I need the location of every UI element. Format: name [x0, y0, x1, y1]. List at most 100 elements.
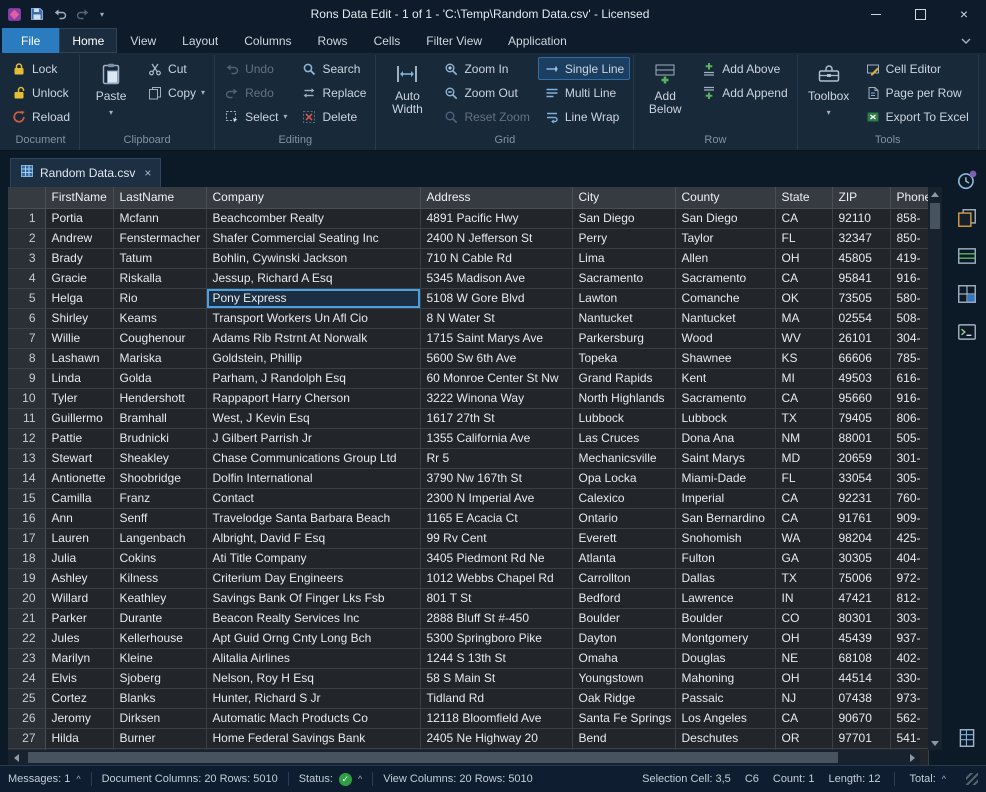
grid-cell[interactable]: Lawton [572, 288, 675, 308]
grid-cell[interactable]: 304- [890, 328, 928, 348]
grid-cell[interactable]: Beacon Realty Services Inc [206, 608, 420, 628]
grid-cell[interactable]: 301- [890, 448, 928, 468]
grid-cell[interactable]: Durante [113, 608, 206, 628]
grid-cell[interactable]: KS [775, 348, 832, 368]
grid-cell[interactable]: Ashley [45, 568, 113, 588]
grid-cell[interactable]: Mechanicsville [572, 448, 675, 468]
grid-cell[interactable]: 305- [890, 468, 928, 488]
grid-cell[interactable]: Dona Ana [675, 428, 775, 448]
column-header-state[interactable]: State [775, 187, 832, 208]
grid-cell[interactable]: Miami-Dade [675, 468, 775, 488]
grid-cell[interactable]: Carrollton [572, 568, 675, 588]
grid-cell[interactable]: Everett [572, 528, 675, 548]
grid-cell[interactable]: Parker [45, 608, 113, 628]
scroll-right-icon[interactable] [904, 750, 920, 765]
table-rows-icon[interactable] [952, 241, 982, 271]
scroll-left-icon[interactable] [8, 750, 24, 765]
grid-cell[interactable]: Lima [572, 248, 675, 268]
grid-cell[interactable]: Shirley [45, 308, 113, 328]
grid-cell[interactable]: 972- [890, 568, 928, 588]
grid-cell[interactable]: Riskalla [113, 268, 206, 288]
grid-cell[interactable]: Brady [45, 248, 113, 268]
grid-cell[interactable]: Transport Workers Un Afl Cio [206, 308, 420, 328]
grid-cell[interactable]: 58 S Main St [420, 668, 572, 688]
grid-cell[interactable]: Parkersburg [572, 328, 675, 348]
grid-cell[interactable]: Linda [45, 368, 113, 388]
menu-rows[interactable]: Rows [305, 28, 361, 53]
reload-button[interactable]: Reload [5, 105, 76, 128]
grid-cell[interactable]: Sacramento [572, 268, 675, 288]
grid-cell[interactable]: 330- [890, 668, 928, 688]
grid-cell[interactable]: Snohomish [675, 528, 775, 548]
cell-grid-icon[interactable] [952, 279, 982, 309]
grid-cell[interactable]: Dolfin International [206, 468, 420, 488]
grid-cell[interactable]: 710 N Cable Rd [420, 248, 572, 268]
grid-cell[interactable]: J Gilbert Parrish Jr [206, 428, 420, 448]
add-append-button[interactable]: Add Append [695, 81, 793, 104]
grid-cell[interactable]: Franz [113, 488, 206, 508]
grid-cell[interactable]: Apt Guid Orng Cnty Long Bch [206, 628, 420, 648]
grid-cell[interactable]: Lubbock [675, 408, 775, 428]
delete-button[interactable]: Delete [295, 105, 372, 128]
grid-cell[interactable]: Ati Title Company [206, 548, 420, 568]
row-number[interactable]: 27 [8, 728, 45, 748]
close-button[interactable]: × [942, 0, 986, 28]
row-number[interactable]: 25 [8, 688, 45, 708]
column-header-phone[interactable]: Phone [890, 187, 928, 208]
grid-cell[interactable]: 580- [890, 288, 928, 308]
grid-cell[interactable]: 402- [890, 648, 928, 668]
grid-cell[interactable]: NM [775, 428, 832, 448]
grid-cell[interactable]: Kent [675, 368, 775, 388]
grid-cell[interactable]: Senff [113, 508, 206, 528]
menu-file[interactable]: File [2, 28, 59, 53]
menu-cells[interactable]: Cells [361, 28, 414, 53]
grid-cell[interactable]: Dayton [572, 628, 675, 648]
grid-cell[interactable]: Dallas [675, 568, 775, 588]
grid-cell[interactable]: Shoobridge [113, 468, 206, 488]
save-icon[interactable] [29, 6, 45, 22]
grid-cell[interactable]: CA [775, 508, 832, 528]
grid-cell[interactable]: 92231 [832, 488, 890, 508]
auto-width-button[interactable]: Auto Width [379, 57, 435, 129]
grid-cell[interactable]: Bramhall [113, 408, 206, 428]
grid-cell[interactable]: 68108 [832, 648, 890, 668]
grid-cell[interactable]: 20659 [832, 448, 890, 468]
grid-cell[interactable]: West, J Kevin Esq [206, 408, 420, 428]
grid-cell[interactable]: 91761 [832, 508, 890, 528]
grid-cell[interactable]: 850- [890, 228, 928, 248]
quick-access-caret-icon[interactable]: ▾ [98, 10, 106, 19]
menu-home[interactable]: Home [59, 28, 117, 53]
grid-cell[interactable]: 80301 [832, 608, 890, 628]
grid-cell[interactable]: CA [775, 268, 832, 288]
grid-cell[interactable]: Shawnee [675, 348, 775, 368]
row-number[interactable]: 23 [8, 648, 45, 668]
search-button[interactable]: Search [295, 57, 372, 80]
grid-cell[interactable]: 32347 [832, 228, 890, 248]
paste-button[interactable]: Paste ▾ [83, 57, 139, 129]
grid-cell[interactable]: Perry [572, 228, 675, 248]
grid-cell[interactable]: Fulton [675, 548, 775, 568]
grid-cell[interactable]: Coughenour [113, 328, 206, 348]
grid-cell[interactable]: OK [775, 288, 832, 308]
grid-cell[interactable]: OH [775, 248, 832, 268]
grid-cell[interactable]: Fenstermacher [113, 228, 206, 248]
lock-button[interactable]: Lock [5, 57, 76, 80]
grid-cell[interactable]: Imperial [675, 488, 775, 508]
column-header-city[interactable]: City [572, 187, 675, 208]
unlock-button[interactable]: Unlock [5, 81, 76, 104]
menu-view[interactable]: View [117, 28, 169, 53]
replace-button[interactable]: Replace [295, 81, 372, 104]
ribbon-collapse-icon[interactable] [948, 28, 984, 53]
grid-cell[interactable]: OH [775, 668, 832, 688]
grid-cell[interactable]: 562- [890, 708, 928, 728]
grid-cell[interactable]: Lubbock [572, 408, 675, 428]
grid-cell[interactable]: 98204 [832, 528, 890, 548]
grid-cell[interactable]: Hunter, Richard S Jr [206, 688, 420, 708]
grid-cell[interactable]: Comanche [675, 288, 775, 308]
grid-cell[interactable]: Adams Rib Rstrnt At Norwalk [206, 328, 420, 348]
grid-cell[interactable]: 916- [890, 388, 928, 408]
row-number[interactable]: 24 [8, 668, 45, 688]
grid-cell[interactable]: Bend [572, 728, 675, 748]
grid-cell[interactable]: Gracie [45, 268, 113, 288]
grid-cell[interactable]: 02554 [832, 308, 890, 328]
